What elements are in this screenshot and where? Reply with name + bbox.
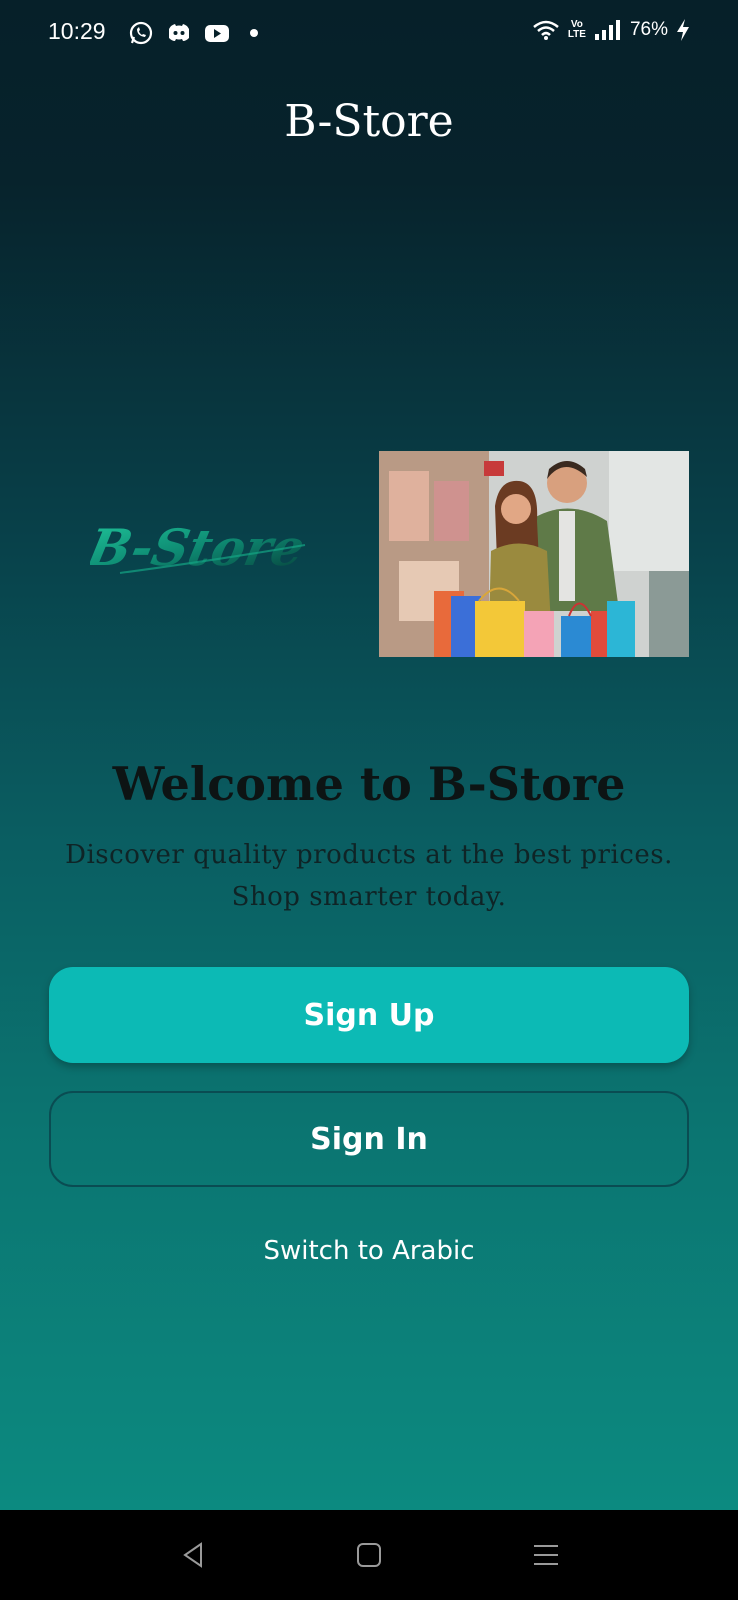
back-icon[interactable] <box>177 1538 211 1572</box>
system-indicators: Vo LTE 76% <box>532 18 690 42</box>
charging-icon <box>677 19 689 41</box>
whatsapp-icon <box>129 21 153 45</box>
welcome-subtitle: Discover quality products at the best pr… <box>40 834 698 918</box>
volte-indicator: Vo LTE <box>567 19 586 40</box>
discord-icon <box>169 24 189 41</box>
app-title: B-Store <box>284 96 454 147</box>
welcome-screen: 10:29 Vo LTE 76% B-Store B-Store Welcome… <box>0 0 738 1510</box>
hero-shopping-photo <box>379 451 689 657</box>
signal-icon <box>594 20 620 40</box>
home-icon[interactable] <box>352 1538 386 1572</box>
subtitle-line-2: Shop smarter today. <box>231 882 507 912</box>
subtitle-line-1: Discover quality products at the best pr… <box>65 840 673 870</box>
sign-in-label: Sign In <box>310 1121 428 1157</box>
youtube-icon <box>205 25 229 42</box>
sign-up-label: Sign Up <box>303 997 435 1033</box>
welcome-heading: Welcome to B-Store <box>112 757 626 811</box>
wifi-icon <box>533 20 559 40</box>
system-nav-bar <box>0 1510 738 1600</box>
more-notifications-dot <box>250 29 258 37</box>
sign-up-button[interactable]: Sign Up <box>49 967 689 1063</box>
menu-icon[interactable] <box>529 1538 563 1572</box>
battery-percent: 76% <box>629 19 668 40</box>
switch-language-link[interactable]: Switch to Arabic <box>0 1236 738 1266</box>
svg-text:B-Store: B-Store <box>90 519 310 577</box>
sign-in-button[interactable]: Sign In <box>49 1091 689 1187</box>
status-time: 10:29 <box>48 18 106 44</box>
brand-logo: B-Store <box>81 505 320 595</box>
status-bar: 10:29 Vo LTE 76% <box>0 0 738 66</box>
notification-icons <box>128 20 258 46</box>
